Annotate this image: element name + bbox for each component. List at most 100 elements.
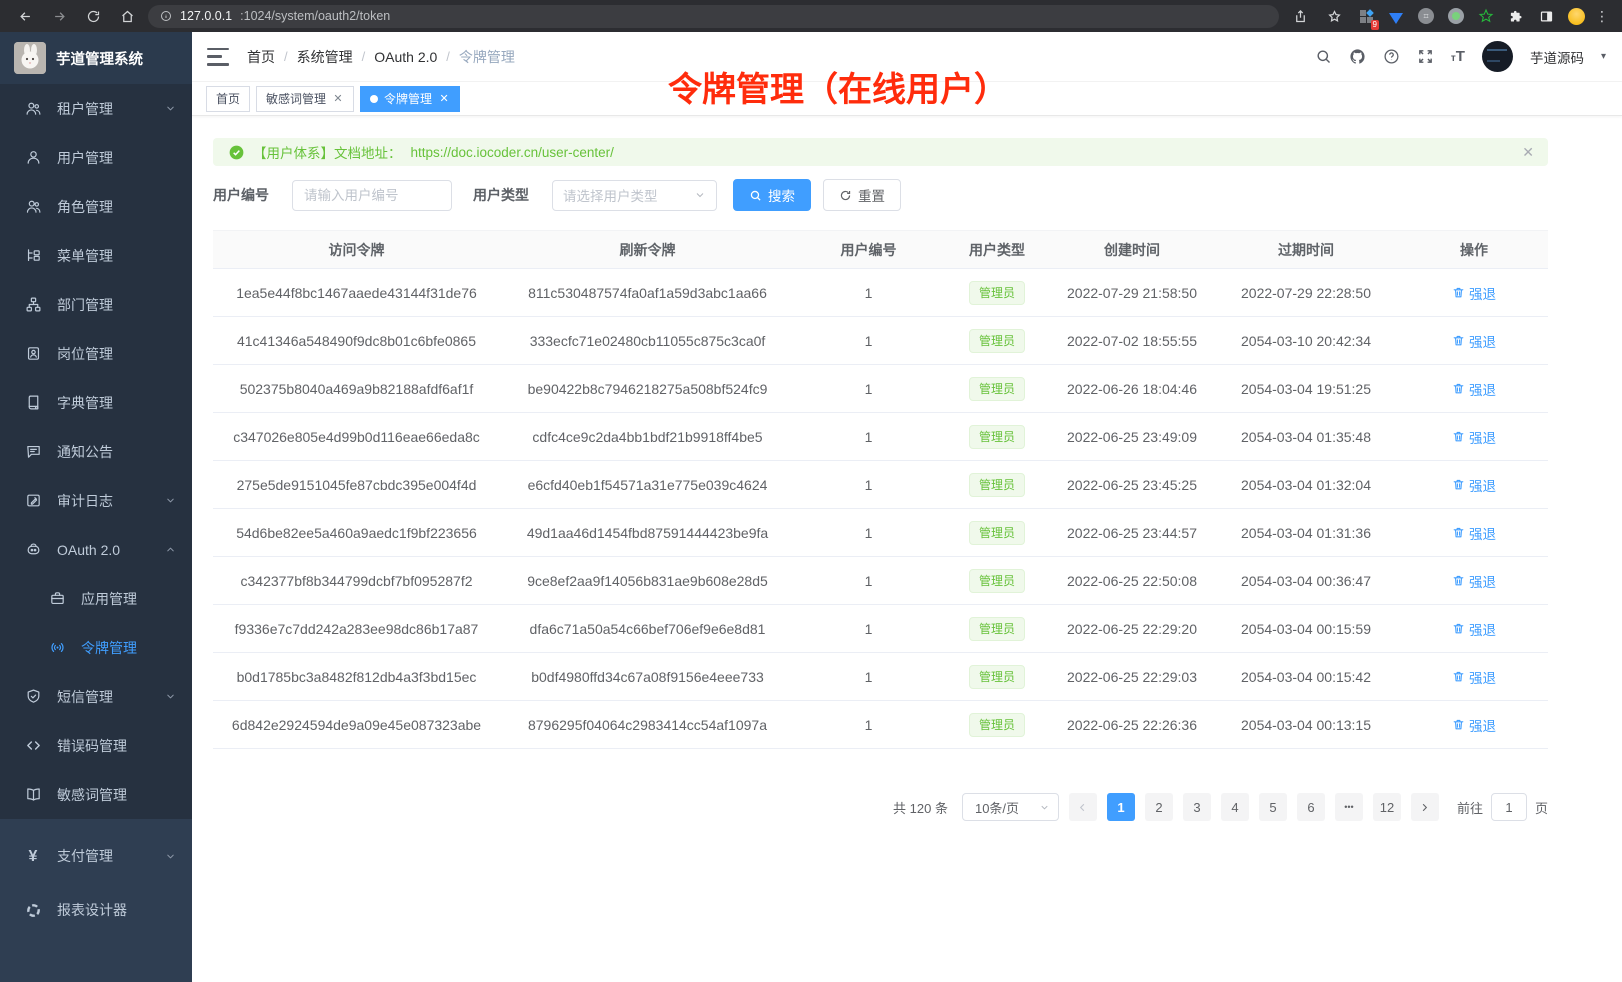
bookmark-star-icon[interactable] bbox=[1321, 4, 1347, 28]
page-button-5[interactable]: 5 bbox=[1259, 793, 1287, 821]
cell-created: 2022-06-25 22:29:20 bbox=[1052, 605, 1212, 653]
font-size-icon[interactable]: тT bbox=[1451, 48, 1465, 65]
goto-page-input[interactable] bbox=[1491, 793, 1527, 821]
record-circle-icon[interactable] bbox=[1445, 5, 1467, 27]
menu-tree-icon bbox=[24, 247, 42, 264]
page-button-4[interactable]: 4 bbox=[1221, 793, 1249, 821]
user-type-select[interactable]: 请选择用户类型 bbox=[552, 180, 717, 211]
force-logout-link[interactable]: 强退 bbox=[1452, 667, 1496, 687]
cell-user-type: 管理员 bbox=[942, 605, 1052, 653]
cell-created: 2022-06-25 22:29:03 bbox=[1052, 653, 1212, 701]
cell-user-id: 1 bbox=[795, 605, 942, 653]
command-circle-icon[interactable]: ⌗ bbox=[1415, 5, 1437, 27]
close-icon[interactable]: ✕ bbox=[332, 92, 344, 105]
kebab-menu-icon[interactable]: ⋮ bbox=[1595, 8, 1610, 25]
collapse-sidebar-icon[interactable] bbox=[207, 48, 229, 66]
force-logout-link[interactable]: 强退 bbox=[1452, 523, 1496, 543]
sidebar-item-menu-tree[interactable]: 菜单管理 bbox=[0, 231, 192, 280]
page-button-2[interactable]: 2 bbox=[1145, 793, 1173, 821]
sidebar-item-briefcase[interactable]: 应用管理 bbox=[0, 574, 192, 623]
cell-user-id: 1 bbox=[795, 653, 942, 701]
breadcrumb-current: 令牌管理 bbox=[459, 47, 515, 67]
doc-link[interactable]: https://doc.iocoder.cn/user-center/ bbox=[411, 145, 614, 160]
forward-icon[interactable] bbox=[46, 4, 72, 28]
sidebar-item-edit[interactable]: 审计日志 bbox=[0, 476, 192, 525]
cell-created: 2022-07-02 18:55:55 bbox=[1052, 317, 1212, 365]
address-bar[interactable]: 127.0.0.1:1024/system/oauth2/token bbox=[148, 5, 1279, 28]
page-button-12[interactable]: 12 bbox=[1373, 793, 1401, 821]
page-button-6[interactable]: 6 bbox=[1297, 793, 1325, 821]
trash-icon bbox=[1452, 430, 1465, 443]
refresh-icon bbox=[839, 189, 852, 202]
page-button-3[interactable]: 3 bbox=[1183, 793, 1211, 821]
doc-alert: 【用户体系】文档地址： https://doc.iocoder.cn/user-… bbox=[213, 138, 1548, 166]
trash-icon bbox=[1452, 718, 1465, 731]
sidebar-item-users[interactable]: 租户管理 bbox=[0, 84, 192, 133]
sidebar-item-org[interactable]: 部门管理 bbox=[0, 280, 192, 329]
sidebar-item-book[interactable]: 敏感词管理 bbox=[0, 770, 192, 819]
sidebar-item-code[interactable]: 错误码管理 bbox=[0, 721, 192, 770]
force-logout-link[interactable]: 强退 bbox=[1452, 619, 1496, 639]
force-logout-link[interactable]: 强退 bbox=[1452, 331, 1496, 351]
page-button-1[interactable]: 1 bbox=[1107, 793, 1135, 821]
reload-icon[interactable] bbox=[80, 4, 106, 28]
force-logout-link[interactable]: 强退 bbox=[1452, 571, 1496, 591]
green-star-icon[interactable] bbox=[1475, 5, 1497, 27]
home-icon[interactable] bbox=[114, 4, 140, 28]
cell-refresh-token: 9ce8ef2aa9f14056b831ae9b608e28d5 bbox=[500, 557, 795, 605]
puzzle-icon[interactable] bbox=[1505, 5, 1527, 27]
more-pages-button[interactable]: ••• bbox=[1335, 793, 1363, 821]
sidebar-item-dict[interactable]: 字典管理 bbox=[0, 378, 192, 427]
tab-token-management[interactable]: 令牌管理✕ bbox=[360, 86, 460, 112]
force-logout-link[interactable]: 强退 bbox=[1452, 379, 1496, 399]
github-icon[interactable] bbox=[1349, 48, 1366, 65]
cell-access-token: c347026e805e4d99b0d116eae66eda8c bbox=[213, 413, 500, 461]
emoji-avatar-icon[interactable] bbox=[1565, 5, 1587, 27]
share-icon[interactable] bbox=[1287, 4, 1313, 28]
tab-sensitive-words[interactable]: 敏感词管理✕ bbox=[256, 86, 354, 112]
app-logo[interactable]: 芋道管理系统 bbox=[0, 32, 192, 84]
breadcrumb-oauth[interactable]: OAuth 2.0 bbox=[374, 49, 437, 65]
close-icon[interactable]: ✕ bbox=[438, 92, 450, 105]
sidebar-item-message[interactable]: 通知公告 bbox=[0, 427, 192, 476]
sidebar-item-role[interactable]: 角色管理 bbox=[0, 182, 192, 231]
broadcast-icon bbox=[48, 639, 66, 656]
tab-home[interactable]: 首页 bbox=[206, 86, 250, 112]
org-icon bbox=[24, 296, 42, 313]
breadcrumb-system[interactable]: 系统管理 bbox=[297, 47, 353, 67]
force-logout-link[interactable]: 强退 bbox=[1452, 475, 1496, 495]
sidebar-item-broadcast[interactable]: 令牌管理 bbox=[0, 623, 192, 672]
split-window-icon[interactable] bbox=[1535, 5, 1557, 27]
help-icon[interactable] bbox=[1383, 48, 1400, 65]
search-button[interactable]: 搜索 bbox=[733, 179, 811, 211]
user-avatar[interactable] bbox=[1482, 41, 1513, 72]
force-logout-link[interactable]: 强退 bbox=[1452, 283, 1496, 303]
page-size-select[interactable]: 10条/页 bbox=[962, 793, 1059, 821]
chevron-down-icon bbox=[165, 495, 176, 506]
sidebar-item-robot[interactable]: OAuth 2.0 bbox=[0, 525, 192, 574]
breadcrumb-home[interactable]: 首页 bbox=[247, 47, 275, 67]
sidebar-item-label: 租户管理 bbox=[57, 99, 113, 119]
username[interactable]: 芋道源码 bbox=[1530, 47, 1584, 67]
next-page-button[interactable] bbox=[1411, 793, 1439, 821]
reset-button[interactable]: 重置 bbox=[823, 179, 901, 211]
role-icon bbox=[24, 198, 42, 215]
extensions-grid-icon[interactable]: 9 bbox=[1355, 5, 1377, 27]
user-id-input[interactable] bbox=[292, 180, 452, 211]
back-icon[interactable] bbox=[12, 4, 38, 28]
sidebar-item-report[interactable]: 报表设计器 bbox=[0, 883, 192, 937]
sidebar-item-user[interactable]: 用户管理 bbox=[0, 133, 192, 182]
sidebar-item-shield[interactable]: 短信管理 bbox=[0, 672, 192, 721]
prev-page-button[interactable] bbox=[1069, 793, 1097, 821]
gem-icon[interactable] bbox=[1385, 5, 1407, 27]
search-icon[interactable] bbox=[1315, 48, 1332, 65]
caret-down-icon[interactable]: ▾ bbox=[1601, 51, 1606, 62]
force-logout-link[interactable]: 强退 bbox=[1452, 715, 1496, 735]
fullscreen-icon[interactable] bbox=[1417, 48, 1434, 65]
cell-user-id: 1 bbox=[795, 317, 942, 365]
sidebar-item-badge[interactable]: 岗位管理 bbox=[0, 329, 192, 378]
sidebar-item-yen[interactable]: ¥支付管理 bbox=[0, 829, 192, 883]
sidebar-item-label: 用户管理 bbox=[57, 148, 113, 168]
alert-close-icon[interactable]: ✕ bbox=[1522, 144, 1534, 161]
force-logout-link[interactable]: 强退 bbox=[1452, 427, 1496, 447]
